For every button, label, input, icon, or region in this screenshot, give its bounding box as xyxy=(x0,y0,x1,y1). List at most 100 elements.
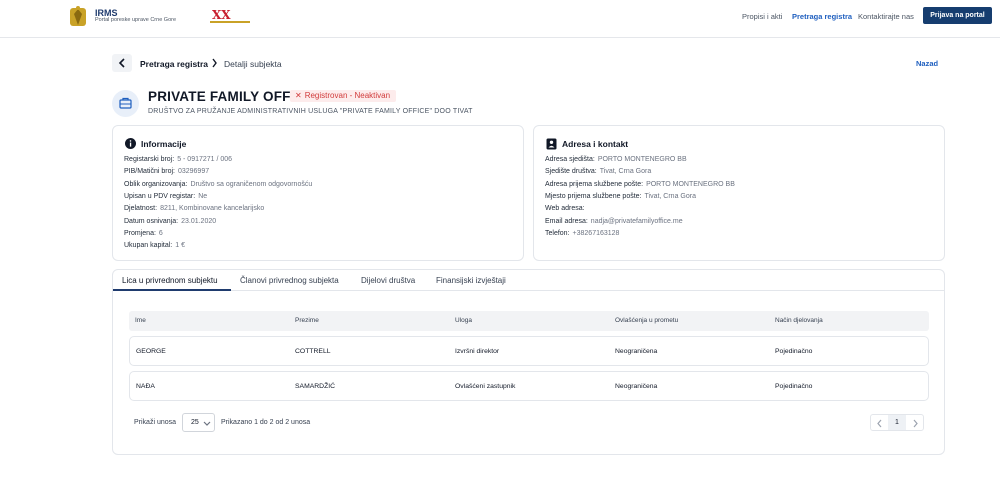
column-header[interactable]: Uloga xyxy=(455,317,472,324)
info-row: Promjena: 6 xyxy=(124,230,163,237)
subject-name: PRIVATE FAMILY OFFICE xyxy=(148,89,314,104)
info-value: 03296997 xyxy=(177,168,210,176)
contact-card-icon xyxy=(546,138,557,150)
address-label: Mjesto prijema službene pošte: xyxy=(545,192,642,200)
info-card-title: Informacije xyxy=(141,139,187,149)
cell-uloga: Izvršni direktor xyxy=(455,348,500,355)
cell-prezime: COTTRELL xyxy=(295,348,331,355)
page-size-value: 25 xyxy=(191,419,199,426)
jubilee-logo: XX xyxy=(210,8,250,23)
chevron-right-icon xyxy=(212,58,217,68)
cell-nacin: Pojedinačno xyxy=(775,383,813,390)
page-size-select[interactable]: 25 xyxy=(182,413,215,432)
tab-bar: Lica u privrednom subjektu Članovi privr… xyxy=(113,270,944,291)
back-arrow-button[interactable] xyxy=(112,54,132,72)
address-row: Sjedište društva: Tivat, Crna Gora xyxy=(545,168,651,175)
chevron-left-icon xyxy=(118,58,125,68)
page-button-current[interactable]: 1 xyxy=(888,415,906,430)
tab-lica[interactable]: Lica u privrednom subjektu xyxy=(122,276,218,285)
tab-dijelovi[interactable]: Dijelovi društva xyxy=(361,276,415,285)
nav-propisi[interactable]: Propisi i akti xyxy=(742,12,782,21)
cell-uloga: Ovlašćeni zastupnik xyxy=(455,383,516,390)
info-label: PIB/Matični broj: xyxy=(124,168,175,176)
info-value: Ne xyxy=(198,192,208,200)
info-label: Djelatnost: xyxy=(124,205,158,213)
cell-prezime: SAMARDŽIĆ xyxy=(295,383,336,390)
info-value: 5 - 0917271 / 006 xyxy=(177,156,233,163)
address-value: Tivat, Crna Gora xyxy=(599,168,652,176)
persons-panel: Lica u privrednom subjektu Članovi privr… xyxy=(112,269,945,455)
table-row[interactable]: GEORGE COTTRELL Izvršni direktor Neogran… xyxy=(129,336,929,366)
info-value: Društvo sa ograničenom odgovornošću xyxy=(190,180,313,188)
nav-kontakt[interactable]: Kontaktirajte nas xyxy=(858,12,914,21)
column-header[interactable]: Ime xyxy=(135,317,146,324)
status-text: Registrovan - Neaktivan xyxy=(304,91,391,100)
address-row: Web adresa: xyxy=(545,205,588,212)
top-navbar: IRMS Portal poreske uprave Crne Gore XX … xyxy=(0,0,1000,38)
building-icon xyxy=(119,97,132,109)
info-row: Djelatnost: 8211, Kombinovane kancelarijs… xyxy=(124,205,264,212)
pagination: 1 xyxy=(870,414,924,431)
page-size-label: Prikaži unosa xyxy=(134,419,177,426)
address-row: Mjesto prijema službene pošte: Tivat, Crn… xyxy=(545,193,696,200)
info-label: Registarski broj: xyxy=(124,156,175,163)
breadcrumb-detalji-subjekta: Detalji subjekta xyxy=(224,59,282,69)
tab-clanovi[interactable]: Članovi privrednog subjekta xyxy=(240,276,339,285)
column-header[interactable]: Ovlašćenja u prometu xyxy=(615,317,678,324)
address-label: Adresa prijema službene pošte: xyxy=(545,180,644,188)
cell-ovlascenja: Neograničena xyxy=(615,348,658,355)
cell-ime: NAĐA xyxy=(136,383,155,390)
login-button[interactable]: Prijava na portal xyxy=(923,7,992,24)
address-row: Email adresa: nadja@privatefamilyoffice.m… xyxy=(545,218,683,225)
address-value: nadja@privatefamilyoffice.me xyxy=(590,217,683,225)
info-value: 1 € xyxy=(175,242,185,250)
info-row: Ukupan kapital: 1 € xyxy=(124,242,185,249)
cell-ovlascenja: Neograničena xyxy=(615,383,658,390)
column-header[interactable]: Prezime xyxy=(295,317,319,324)
address-row: Telefon: +38267163128 xyxy=(545,230,619,237)
address-card: Adresa i kontakt Adresa sjedišta: PORTO M… xyxy=(533,125,945,261)
info-label: Oblik organizovanja: xyxy=(124,180,188,188)
subject-full-name: DRUŠTVO ZA PRUŽANJE ADMINISTRATIVNIH USL… xyxy=(148,108,473,115)
info-label: Ukupan kapital: xyxy=(124,242,173,250)
address-label: Email adresa: xyxy=(545,217,588,225)
back-link[interactable]: Nazad xyxy=(916,59,938,68)
cell-ime: GEORGE xyxy=(136,348,166,355)
info-card: Informacije Registarski broj: 5 - 0917271… xyxy=(112,125,524,261)
entries-summary: Prikazano 1 do 2 od 2 unosa xyxy=(221,419,311,426)
address-row: Adresa sjedišta: PORTO MONTENEGRO BB xyxy=(545,156,687,163)
chevron-left-icon[interactable] xyxy=(875,419,885,428)
svg-text:XX: XX xyxy=(212,8,231,22)
tab-finansijski[interactable]: Finansijski izvještaji xyxy=(436,276,506,285)
address-value: PORTO MONTENEGRO BB xyxy=(646,180,735,188)
info-value: 23.01.2020 xyxy=(181,217,217,225)
chevron-down-icon xyxy=(203,421,211,426)
brand-subtitle: Portal poreske uprave Crne Gore xyxy=(95,17,177,23)
table-row[interactable]: NAĐA SAMARDŽIĆ Ovlašćeni zastupnik Neogr… xyxy=(129,371,929,401)
table-header: Ime Prezime Uloga Ovlašćenja u prometu N… xyxy=(129,311,929,331)
address-row: Adresa prijema službene pošte: PORTO MONT… xyxy=(545,181,735,188)
breadcrumb-pretraga-registra[interactable]: Pretraga registra xyxy=(140,59,208,69)
info-row: Registarski broj: 5 - 0917271 / 006 xyxy=(124,156,232,163)
address-value: PORTO MONTENEGRO BB xyxy=(597,156,687,163)
info-icon xyxy=(125,138,136,149)
info-label: Promjena: xyxy=(124,229,156,237)
info-row: Oblik organizovanja: Društvo sa ograničen… xyxy=(124,181,312,188)
active-tab-indicator xyxy=(113,289,231,291)
montenegro-crest-logo[interactable] xyxy=(67,5,89,29)
info-label: Datum osnivanja: xyxy=(124,217,179,225)
chevron-right-icon[interactable] xyxy=(910,419,920,428)
address-value: +38267163128 xyxy=(572,229,620,237)
close-icon: ✕ xyxy=(295,91,302,100)
info-row: Upisan u PDV registar: Ne xyxy=(124,193,207,200)
nav-pretraga-registra[interactable]: Pretraga registra xyxy=(792,12,852,21)
address-label: Web adresa: xyxy=(545,205,585,213)
address-label: Adresa sjedišta: xyxy=(545,156,595,163)
column-header[interactable]: Način djelovanja xyxy=(775,317,823,324)
address-label: Sjedište društva: xyxy=(545,168,597,176)
cell-nacin: Pojedinačno xyxy=(775,348,813,355)
info-row: Datum osnivanja: 23.01.2020 xyxy=(124,218,216,225)
info-label: Upisan u PDV registar: xyxy=(124,192,196,200)
address-value: Tivat, Crna Gora xyxy=(644,192,696,200)
status-badge: ✕ Registrovan - Neaktivan xyxy=(290,90,397,102)
